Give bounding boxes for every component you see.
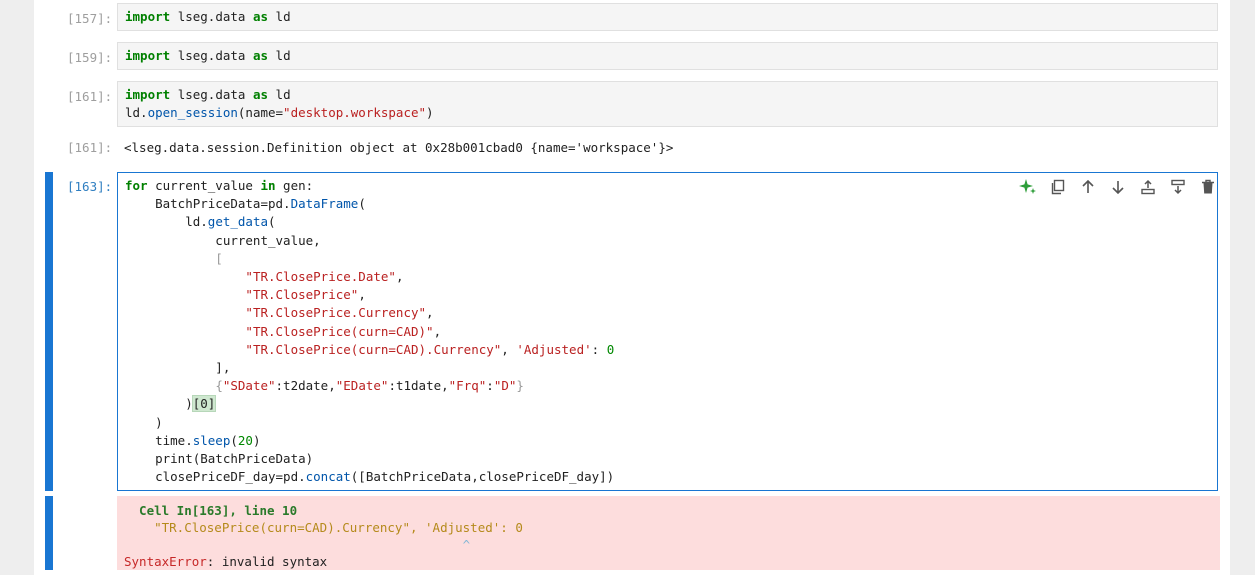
cell-toolbar (1018, 177, 1218, 197)
active-cell-indicator[interactable] (45, 172, 53, 491)
delete-icon[interactable] (1198, 177, 1218, 197)
error-message: : invalid syntax (206, 554, 328, 569)
error-type: SyntaxError (124, 554, 207, 569)
error-output: Cell In[163], line 10 "TR.ClosePrice(cur… (117, 496, 1220, 570)
error-header: Cell In[163], line 10 (124, 503, 298, 518)
insert-above-icon[interactable] (1138, 177, 1158, 197)
code-editor[interactable]: import lseg.data as ld (117, 3, 1218, 31)
error-caret: ^ (124, 537, 471, 552)
duplicate-icon[interactable] (1048, 177, 1068, 197)
move-up-icon[interactable] (1078, 177, 1098, 197)
output-indicator[interactable] (45, 496, 53, 570)
code-editor[interactable]: for current_value in gen: BatchPriceData… (117, 172, 1218, 491)
insert-below-icon[interactable] (1168, 177, 1188, 197)
move-down-icon[interactable] (1108, 177, 1128, 197)
output-text: <lseg.data.session.Definition object at … (124, 140, 674, 155)
notebook-panel: [157]: import lseg.data as ld [159]: imp… (34, 0, 1230, 575)
error-source-line: "TR.ClosePrice(curn=CAD).Currency", 'Adj… (124, 520, 523, 535)
text-cursor (215, 397, 217, 412)
ai-sparkle-icon[interactable] (1018, 177, 1038, 197)
code-editor[interactable]: import lseg.data as ld ld.open_session(n… (117, 81, 1218, 127)
code-editor[interactable]: import lseg.data as ld (117, 42, 1218, 70)
